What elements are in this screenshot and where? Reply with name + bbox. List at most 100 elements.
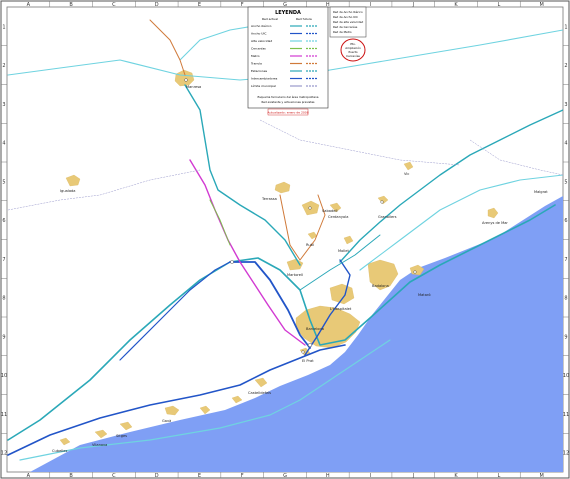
grid-right-label: 8 [564, 296, 567, 302]
grid-right-label: 10 [563, 373, 569, 379]
place-label-castelldefels: Castelldefels [248, 391, 271, 395]
grid-left-label: 2 [2, 63, 5, 69]
grid-bottom-label: M [539, 473, 543, 479]
place-label-sabadell: Sabadell [322, 209, 337, 213]
grid-top-label: M [539, 2, 543, 8]
grid-bottom-label: I [370, 473, 371, 479]
legend-row-label: Límite municipal [251, 84, 276, 88]
place-label-igualada: Igualada [60, 189, 76, 193]
grid-right-label: 3 [564, 102, 567, 108]
station-martorell [230, 260, 234, 264]
grid-left-label: 3 [2, 102, 5, 108]
grid-bottom-label: L [497, 473, 500, 479]
grid-bottom-label: D [155, 473, 159, 479]
place-label-barcelona: Barcelona [306, 327, 324, 331]
legend-frame [247, 6, 329, 109]
grid-right-label: 4 [564, 141, 567, 147]
circle-note-line: Cercanías [346, 54, 360, 58]
grid-bottom-label: F [241, 473, 244, 479]
station-barcelona [308, 343, 313, 348]
grid-top-label: D [155, 2, 159, 8]
grid-left-label: 11 [1, 412, 7, 418]
grid-top-label: L [497, 2, 500, 8]
legend-row-label: Cercanías [251, 47, 266, 51]
grid-right-label: 2 [564, 63, 567, 69]
grid-left-label: 6 [2, 218, 5, 224]
legend-footnote-2: Red existente y actuaciones previstas [261, 100, 315, 104]
grid-top-label: J [412, 2, 414, 8]
grid-left-label: 1 [2, 24, 5, 30]
legend-row-label: Intercambiadores [251, 77, 278, 81]
legend-title: LEYENDA [275, 10, 301, 16]
legend-row-label: Estaciones [251, 69, 268, 73]
grid-bottom-label: G [283, 473, 287, 479]
grid-bottom-label: H [326, 473, 330, 479]
place-label-malgrat: Malgrat [534, 190, 548, 194]
station-sabadell [308, 206, 312, 210]
place-label-vilanova: Vilanova [92, 443, 107, 447]
place-label-gava: Gavà [162, 419, 171, 423]
grid-top-label: E [198, 2, 201, 8]
grid-right-label: 7 [564, 257, 567, 263]
side-box-line: Red de Metro [333, 30, 352, 34]
grid-bottom-label: B [69, 473, 73, 479]
legend-col-b: Red futura [296, 17, 312, 21]
place-label-mataro: Mataró [418, 293, 431, 297]
place-label-hospitalet: L'Hospitalet [330, 307, 352, 311]
grid-bottom-label: C [112, 473, 116, 479]
grid-top-label: A [27, 2, 31, 8]
map-canvas: ABCDEFGHIJKLM ABCDEFGHIJKLM 123456789101… [0, 0, 570, 479]
grid-right-label: 1 [564, 24, 567, 30]
place-label-rubi: Rubí [306, 243, 315, 247]
place-label-granollers: Granollers [378, 215, 397, 219]
grid-bottom-label: A [27, 473, 31, 479]
place-label-mollet: Mollet [338, 249, 350, 253]
grid-top-label: C [112, 2, 116, 8]
legend-row-label: Tranvía [250, 62, 262, 66]
legend-row-label: Metro [251, 54, 260, 58]
place-label-cerdanyola: Cerdanyola [328, 215, 348, 219]
legend-col-a: Red actual [262, 17, 278, 21]
grid-left-label: 10 [1, 373, 7, 379]
place-label-prat: El Prat [302, 359, 314, 363]
station-granollers [380, 200, 384, 204]
legend-row-label: Ancho ibérico [251, 24, 272, 28]
date-tag: Actualizado: enero de 2008 [267, 111, 308, 115]
place-label-terrassa: Terrassa [261, 197, 277, 201]
station-manresa [184, 78, 188, 82]
side-box-line: Red de Ancho UIC [333, 15, 358, 19]
legend-box: LEYENDA Red actual Red futura Ancho ibér… [247, 6, 329, 109]
grid-top-label: I [370, 2, 371, 8]
place-label-arenys: Arenys de Mar [482, 221, 508, 225]
grid-bottom-label: E [198, 473, 201, 479]
grid-left-label: 12 [1, 451, 7, 457]
place-label-sitges: Sitges [116, 434, 127, 438]
side-box-line: Red de alta velocidad [333, 20, 363, 24]
grid-left-label: 5 [2, 179, 5, 185]
place-label-cubelles: Cubelles [52, 449, 67, 453]
grid-right-label: 12 [563, 451, 569, 457]
circle-note: Pto.AmpliaciónPuertoCercanías [340, 38, 366, 62]
place-label-martorell: Martorell [287, 273, 303, 277]
place-label-badalona: Badalona [372, 284, 389, 288]
legend-row-label: Ancho UIC [251, 32, 266, 36]
side-box-line: Red de Ancho Ibérico [333, 10, 363, 14]
side-box: Red de Ancho IbéricoRed de Ancho UICRed … [329, 6, 367, 38]
legend-footnote: Esquema ferroviario del área metropolita… [257, 95, 318, 99]
legend-row-label: Alta velocidad [251, 39, 272, 43]
grid-top-label: B [69, 2, 73, 8]
grid-left-label: 4 [2, 141, 5, 147]
side-box-line: Red de Cercanías [333, 25, 358, 29]
grid-bottom-label: J [412, 473, 414, 479]
grid-left-label: 7 [2, 257, 5, 263]
station-prat [301, 350, 305, 354]
grid-right-label: 11 [563, 412, 569, 418]
station-mataro [413, 270, 417, 274]
grid-left-label: 9 [2, 334, 5, 340]
grid-right-label: 6 [564, 218, 567, 224]
place-label-manresa: Manresa [186, 85, 201, 89]
grid-right-label: 9 [564, 334, 567, 340]
grid-right-label: 5 [564, 179, 567, 185]
place-label-vic: Vic [404, 172, 409, 176]
grid-top-label: F [241, 2, 244, 8]
